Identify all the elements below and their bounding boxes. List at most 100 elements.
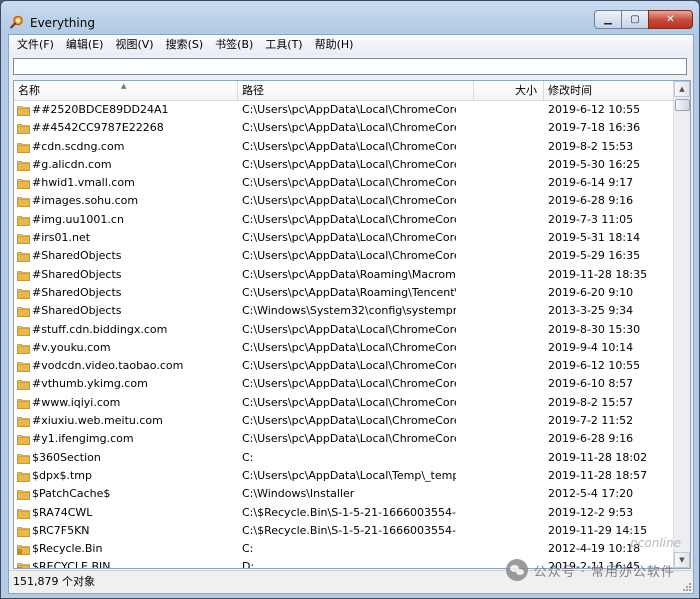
scroll-down-button[interactable]: ▼ <box>674 552 690 568</box>
title-bar[interactable]: Everything ▁ ▢ ✕ <box>1 1 699 33</box>
vertical-scrollbar[interactable]: ▲ ▼ <box>673 81 690 568</box>
row-path: C: <box>242 542 254 556</box>
row-path: C:\Users\pc\AppData\Local\ChromeCore... <box>242 176 456 190</box>
row-name: $Recycle.Bin <box>32 542 103 556</box>
table-row[interactable]: $360Section C: 2019-11-28 18:02 <box>14 449 673 467</box>
minimize-icon: ▁ <box>604 14 612 25</box>
search-input[interactable] <box>13 58 687 75</box>
row-name: $RECYCLE.BIN <box>32 560 111 569</box>
object-count: 151,879 个对象 <box>13 575 95 588</box>
table-row[interactable]: #v.youku.com C:\Users\pc\AppData\Local\Ch… <box>14 339 673 357</box>
table-row[interactable]: ##4542CC9787E22268 C:\Users\pc\AppData\Lo… <box>14 119 673 137</box>
row-path: C:\Users\pc\AppData\Local\ChromeCore... <box>242 359 456 373</box>
table-row[interactable]: $Recycle.Bin C: 2012-4-19 10:18 <box>14 540 673 558</box>
row-name: $RA74CWL <box>32 505 93 519</box>
row-path: C:\Users\pc\AppData\Local\ChromeCore... <box>242 121 456 135</box>
column-modified-label: 修改时间 <box>548 84 592 97</box>
table-row[interactable]: $dpx$.tmp C:\Users\pc\AppData\Local\Temp\… <box>14 467 673 485</box>
table-row[interactable]: #irs01.net C:\Users\pc\AppData\Local\Chro… <box>14 229 673 247</box>
row-modified: 2019-8-2 15:53 <box>548 139 634 153</box>
row-path: C:\Windows\System32\config\systempro... <box>242 304 456 318</box>
menu-tools[interactable]: 工具(T) <box>259 35 308 55</box>
folder-icon <box>17 106 30 116</box>
folder-icon <box>17 453 30 464</box>
menu-view[interactable]: 视图(V) <box>109 35 159 55</box>
row-path: C:\Users\pc\AppData\Roaming\Tencent\... <box>242 285 456 299</box>
row-path: D: <box>242 560 255 569</box>
row-modified: 2019-9-4 10:14 <box>548 340 634 354</box>
row-modified: 2019-8-2 15:57 <box>548 395 634 409</box>
column-size[interactable]: 大小 <box>474 81 544 100</box>
folder-icon <box>17 508 30 519</box>
table-row[interactable]: #hwid1.vmall.com C:\Users\pc\AppData\Loca… <box>14 174 673 192</box>
table-row[interactable]: #stuff.cdn.biddingx.com C:\Users\pc\AppDa… <box>14 321 673 339</box>
row-name: #xiuxiu.web.meitu.com <box>32 414 163 428</box>
table-row[interactable]: #cdn.scdng.com C:\Users\pc\AppData\Local\… <box>14 138 673 156</box>
table-row[interactable]: #SharedObjects C:\Users\pc\AppData\Roamin… <box>14 284 673 302</box>
column-modified[interactable]: 修改时间 <box>544 81 673 100</box>
scroll-up-button[interactable]: ▲ <box>674 81 690 97</box>
maximize-button[interactable]: ▢ <box>621 10 649 29</box>
column-path[interactable]: 路径 <box>238 81 474 100</box>
row-path: C:\Users\pc\AppData\Local\ChromeCore... <box>242 103 456 116</box>
table-row[interactable]: #SharedObjects C:\Users\pc\AppData\Roamin… <box>14 266 673 284</box>
row-path: C:\Users\pc\AppData\Local\ChromeCore... <box>242 157 456 171</box>
row-path: C:\Users\pc\AppData\Local\ChromeCore... <box>242 395 456 409</box>
table-row[interactable]: $RA74CWL C:\$Recycle.Bin\S-1-5-21-1666003… <box>14 504 673 522</box>
row-name: #SharedObjects <box>32 267 122 281</box>
folder-icon <box>17 472 30 482</box>
row-modified: 2019-7-2 11:52 <box>548 414 634 428</box>
table-row[interactable]: #SharedObjects C:\Users\pc\AppData\Local\… <box>14 247 673 265</box>
row-modified: 2019-5-29 16:35 <box>548 249 641 263</box>
row-name: #g.alicdn.com <box>32 157 112 171</box>
menu-edit[interactable]: 编辑(E) <box>60 35 110 55</box>
sort-ascending-icon: ▲ <box>121 82 127 90</box>
scroll-down-icon: ▼ <box>679 556 685 564</box>
menu-file[interactable]: 文件(F) <box>9 35 60 55</box>
row-name: $dpx$.tmp <box>32 468 92 482</box>
table-row[interactable]: #vodcdn.video.taobao.com C:\Users\pc\AppD… <box>14 357 673 375</box>
table-row[interactable]: $PatchCache$ C:\Windows\Installer 2012-5-4… <box>14 485 673 503</box>
column-header: 名称 ▲ 路径 大小 修改时间 <box>14 81 673 101</box>
menu-search[interactable]: 搜索(S) <box>160 35 210 55</box>
menu-help[interactable]: 帮助(H) <box>309 35 360 55</box>
table-row[interactable]: #vthumb.ykimg.com C:\Users\pc\AppData\Loc… <box>14 375 673 393</box>
close-button[interactable]: ✕ <box>648 10 693 29</box>
row-name: #vthumb.ykimg.com <box>32 377 148 391</box>
row-name: #y1.ifengimg.com <box>32 432 134 446</box>
row-name: ##2520BDCE89DD24A1 <box>32 103 169 116</box>
watermark-logo: pconline <box>630 536 681 550</box>
row-modified: 2019-6-12 10:55 <box>548 359 641 373</box>
row-path: C:\$Recycle.Bin\S-1-5-21-1666003554-40..… <box>242 505 456 519</box>
table-row[interactable]: #g.alicdn.com C:\Users\pc\AppData\Local\C… <box>14 156 673 174</box>
table-row[interactable]: $RC7F5KN C:\$Recycle.Bin\S-1-5-21-1666003… <box>14 522 673 540</box>
row-name: #SharedObjects <box>32 285 122 299</box>
folder-icon <box>17 270 30 281</box>
folder-icon <box>17 160 30 171</box>
locked-folder-icon <box>17 545 30 556</box>
row-path: C:\Users\pc\AppData\Local\ChromeCore... <box>242 414 456 428</box>
folder-icon <box>17 343 30 354</box>
scrollbar-thumb[interactable] <box>675 99 690 111</box>
row-modified: 2019-8-30 15:30 <box>548 322 641 336</box>
row-modified: 2019-12-2 9:53 <box>548 505 634 519</box>
folder-icon <box>17 215 30 226</box>
resize-grip-icon[interactable] <box>681 581 691 591</box>
row-path: C:\Users\pc\AppData\Local\ChromeCore... <box>242 212 456 226</box>
row-modified: 2019-7-18 16:36 <box>548 121 641 135</box>
row-modified: 2012-5-4 17:20 <box>548 487 634 501</box>
table-row[interactable]: #xiuxiu.web.meitu.com C:\Users\pc\AppData… <box>14 412 673 430</box>
table-row[interactable]: #images.sohu.com C:\Users\pc\AppData\Loca… <box>14 192 673 210</box>
column-name[interactable]: 名称 ▲ <box>14 81 238 100</box>
menu-bookmarks[interactable]: 书签(B) <box>209 35 259 55</box>
minimize-button[interactable]: ▁ <box>594 10 622 29</box>
table-row[interactable]: #y1.ifengimg.com C:\Users\pc\AppData\Loca… <box>14 430 673 448</box>
table-row[interactable]: #SharedObjects C:\Windows\System32\config… <box>14 302 673 320</box>
row-name: #hwid1.vmall.com <box>32 176 135 190</box>
row-name: #cdn.scdng.com <box>32 139 125 153</box>
table-row[interactable]: #img.uu1001.cn C:\Users\pc\AppData\Local\… <box>14 211 673 229</box>
table-row[interactable]: ##2520BDCE89DD24A1 C:\Users\pc\AppData\Lo… <box>14 101 673 119</box>
row-name: #v.youku.com <box>32 340 111 354</box>
folder-icon <box>17 142 30 153</box>
table-row[interactable]: #www.iqiyi.com C:\Users\pc\AppData\Local\… <box>14 394 673 412</box>
